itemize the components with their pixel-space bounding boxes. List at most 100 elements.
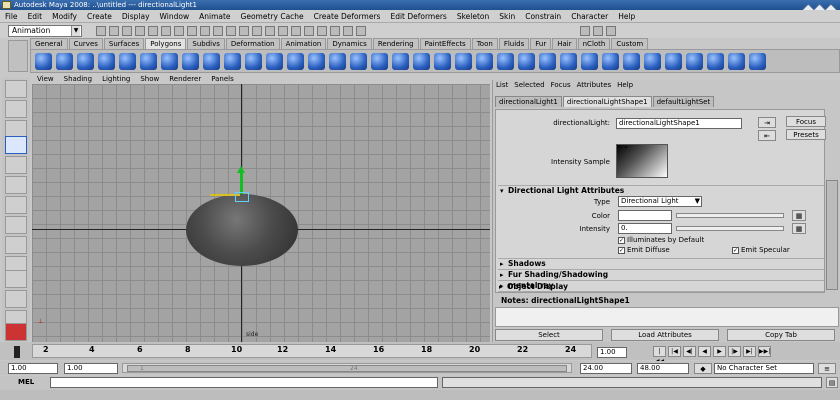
hypershade-layout-icon[interactable] — [5, 323, 27, 341]
illuminates-by-default-checkbox[interactable]: ✓ Illuminates by Default — [618, 236, 704, 244]
shelf-tab-dynamics[interactable]: Dynamics — [327, 38, 372, 49]
step-back-key-icon[interactable]: ◀| — [683, 346, 696, 357]
notes-textarea[interactable] — [495, 307, 839, 327]
poly-plane-icon[interactable] — [119, 53, 136, 70]
step-forward-key-icon[interactable]: |▶ — [728, 346, 741, 357]
checker-map-icon[interactable] — [728, 53, 745, 70]
ae-menu-focus[interactable]: Focus — [548, 80, 574, 91]
mask-joint-icon[interactable] — [187, 26, 197, 36]
poly-extrude-icon[interactable] — [371, 53, 388, 70]
poly-collapse-icon[interactable] — [539, 53, 556, 70]
mask-render-icon[interactable] — [252, 26, 262, 36]
lasso-tool-icon[interactable] — [5, 100, 27, 118]
soft-modification-icon[interactable] — [5, 216, 27, 234]
move-manipulator-center[interactable] — [235, 192, 249, 202]
select-object-icon[interactable] — [148, 26, 158, 36]
snap-grid-icon[interactable] — [265, 26, 275, 36]
animation-preferences-icon[interactable]: ≡ — [818, 363, 836, 374]
go-to-output-icon[interactable]: ⇤ — [758, 130, 776, 141]
poly-soccer-ball-icon[interactable] — [245, 53, 262, 70]
poly-cylinder-icon[interactable] — [77, 53, 94, 70]
poly-helix-icon[interactable] — [224, 53, 241, 70]
shelf-tab-polygons[interactable]: Polygons — [145, 38, 187, 49]
poly-delete-edge-icon[interactable] — [560, 53, 577, 70]
new-scene-icon[interactable] — [96, 26, 106, 36]
load-attributes-button[interactable]: Load Attributes — [611, 329, 719, 341]
ae-tab-directional-light[interactable]: directionalLight1 — [495, 96, 562, 107]
shelf-tab-animation[interactable]: Animation — [280, 38, 327, 49]
move-tool-icon[interactable] — [5, 136, 27, 154]
menu-constrain[interactable]: Constrain — [520, 12, 566, 21]
scale-tool-icon[interactable] — [5, 176, 27, 194]
animation-end-field[interactable]: 48.00 — [637, 363, 689, 374]
menu-geometry-cache[interactable]: Geometry Cache — [236, 12, 309, 21]
poly-mirror-icon[interactable] — [350, 53, 367, 70]
select-component-icon[interactable] — [161, 26, 171, 36]
poly-separate-icon[interactable] — [287, 53, 304, 70]
go-to-input-icon[interactable]: ⇥ — [758, 117, 776, 128]
menu-create[interactable]: Create — [82, 12, 117, 21]
shelf-tab-surfaces[interactable]: Surfaces — [103, 38, 145, 49]
ae-scrollbar[interactable] — [826, 180, 838, 290]
rotate-tool-icon[interactable] — [5, 156, 27, 174]
go-to-start-icon[interactable]: |◀◀ — [653, 346, 666, 365]
menu-edit-deformers[interactable]: Edit Deformers — [385, 12, 451, 21]
playback-start-field[interactable]: 1.00 — [64, 363, 118, 374]
poly-smooth-icon[interactable] — [308, 53, 325, 70]
viewport-side[interactable]: side ⊥ — [32, 84, 490, 342]
single-perspective-layout-icon[interactable] — [5, 270, 27, 288]
emit-specular-checkbox[interactable]: ✓ Emit Specular — [732, 246, 790, 254]
go-to-end-icon[interactable]: ▶▶| — [758, 346, 771, 357]
menu-modify[interactable]: Modify — [47, 12, 82, 21]
mask-deform-icon[interactable] — [226, 26, 236, 36]
shelf-tab-hair[interactable]: Hair — [552, 38, 577, 49]
menu-character[interactable]: Character — [566, 12, 613, 21]
menu-skeleton[interactable]: Skeleton — [452, 12, 494, 21]
poly-cube-icon[interactable] — [56, 53, 73, 70]
shelf-tab-rendering[interactable]: Rendering — [372, 38, 419, 49]
step-back-frame-icon[interactable]: |◀ — [668, 346, 681, 357]
menu-file[interactable]: File — [0, 12, 23, 21]
sphere-object[interactable] — [186, 194, 298, 266]
play-backwards-icon[interactable]: ◀ — [698, 346, 711, 357]
menu-window[interactable]: Window — [155, 12, 195, 21]
poly-prism-icon[interactable] — [161, 53, 178, 70]
snap-curve-icon[interactable] — [278, 26, 288, 36]
current-time-marker[interactable] — [14, 346, 20, 358]
shelf-tab-fluids[interactable]: Fluids — [498, 38, 530, 49]
step-forward-frame-icon[interactable]: ▶| — [743, 346, 756, 357]
poly-bridge-icon[interactable] — [392, 53, 409, 70]
snap-view-icon[interactable] — [304, 26, 314, 36]
poly-offset-loop-icon[interactable] — [602, 53, 619, 70]
copy-tab-button[interactable]: Copy Tab — [727, 329, 835, 341]
poly-pipe-icon[interactable] — [203, 53, 220, 70]
section-shadows[interactable]: Shadows — [498, 258, 824, 269]
intensity-slider[interactable] — [676, 226, 784, 231]
uv-editor-icon[interactable] — [749, 53, 766, 70]
light-type-dropdown[interactable]: Directional Light ▼ — [618, 196, 702, 207]
current-time-field[interactable]: 1.00 — [597, 347, 627, 358]
ae-menu-selected[interactable]: Selected — [511, 80, 547, 91]
menu-edit[interactable]: Edit — [23, 12, 48, 21]
render-settings-icon[interactable] — [356, 26, 366, 36]
focus-button[interactable]: Focus — [786, 116, 826, 127]
ae-tab-directional-light-shape[interactable]: directionalLightShape1 — [562, 96, 652, 107]
uv-automatic-icon[interactable] — [707, 53, 724, 70]
uv-spherical-icon[interactable] — [686, 53, 703, 70]
poly-cone-icon[interactable] — [98, 53, 115, 70]
ipr-render-icon[interactable] — [343, 26, 353, 36]
poly-fill-hole-icon[interactable] — [434, 53, 451, 70]
script-editor-icon[interactable]: ▤ — [826, 377, 838, 388]
shelf-tab-ncloth[interactable]: nCloth — [577, 38, 611, 49]
color-swatch[interactable] — [618, 210, 672, 221]
tool-settings-toggle-icon[interactable] — [593, 26, 603, 36]
poly-combine-icon[interactable] — [266, 53, 283, 70]
mel-command-input[interactable] — [50, 377, 438, 388]
ae-tab-default-light-set[interactable]: defaultLightSet — [652, 96, 715, 107]
poly-pyramid-icon[interactable] — [182, 53, 199, 70]
ae-menu-attributes[interactable]: Attributes — [574, 80, 615, 91]
shelf-tab-painteffects[interactable]: PaintEffects — [419, 38, 471, 49]
snap-point-icon[interactable] — [291, 26, 301, 36]
range-bar[interactable]: 1 24 — [122, 363, 572, 373]
auto-key-icon[interactable]: ◆ — [694, 363, 712, 374]
